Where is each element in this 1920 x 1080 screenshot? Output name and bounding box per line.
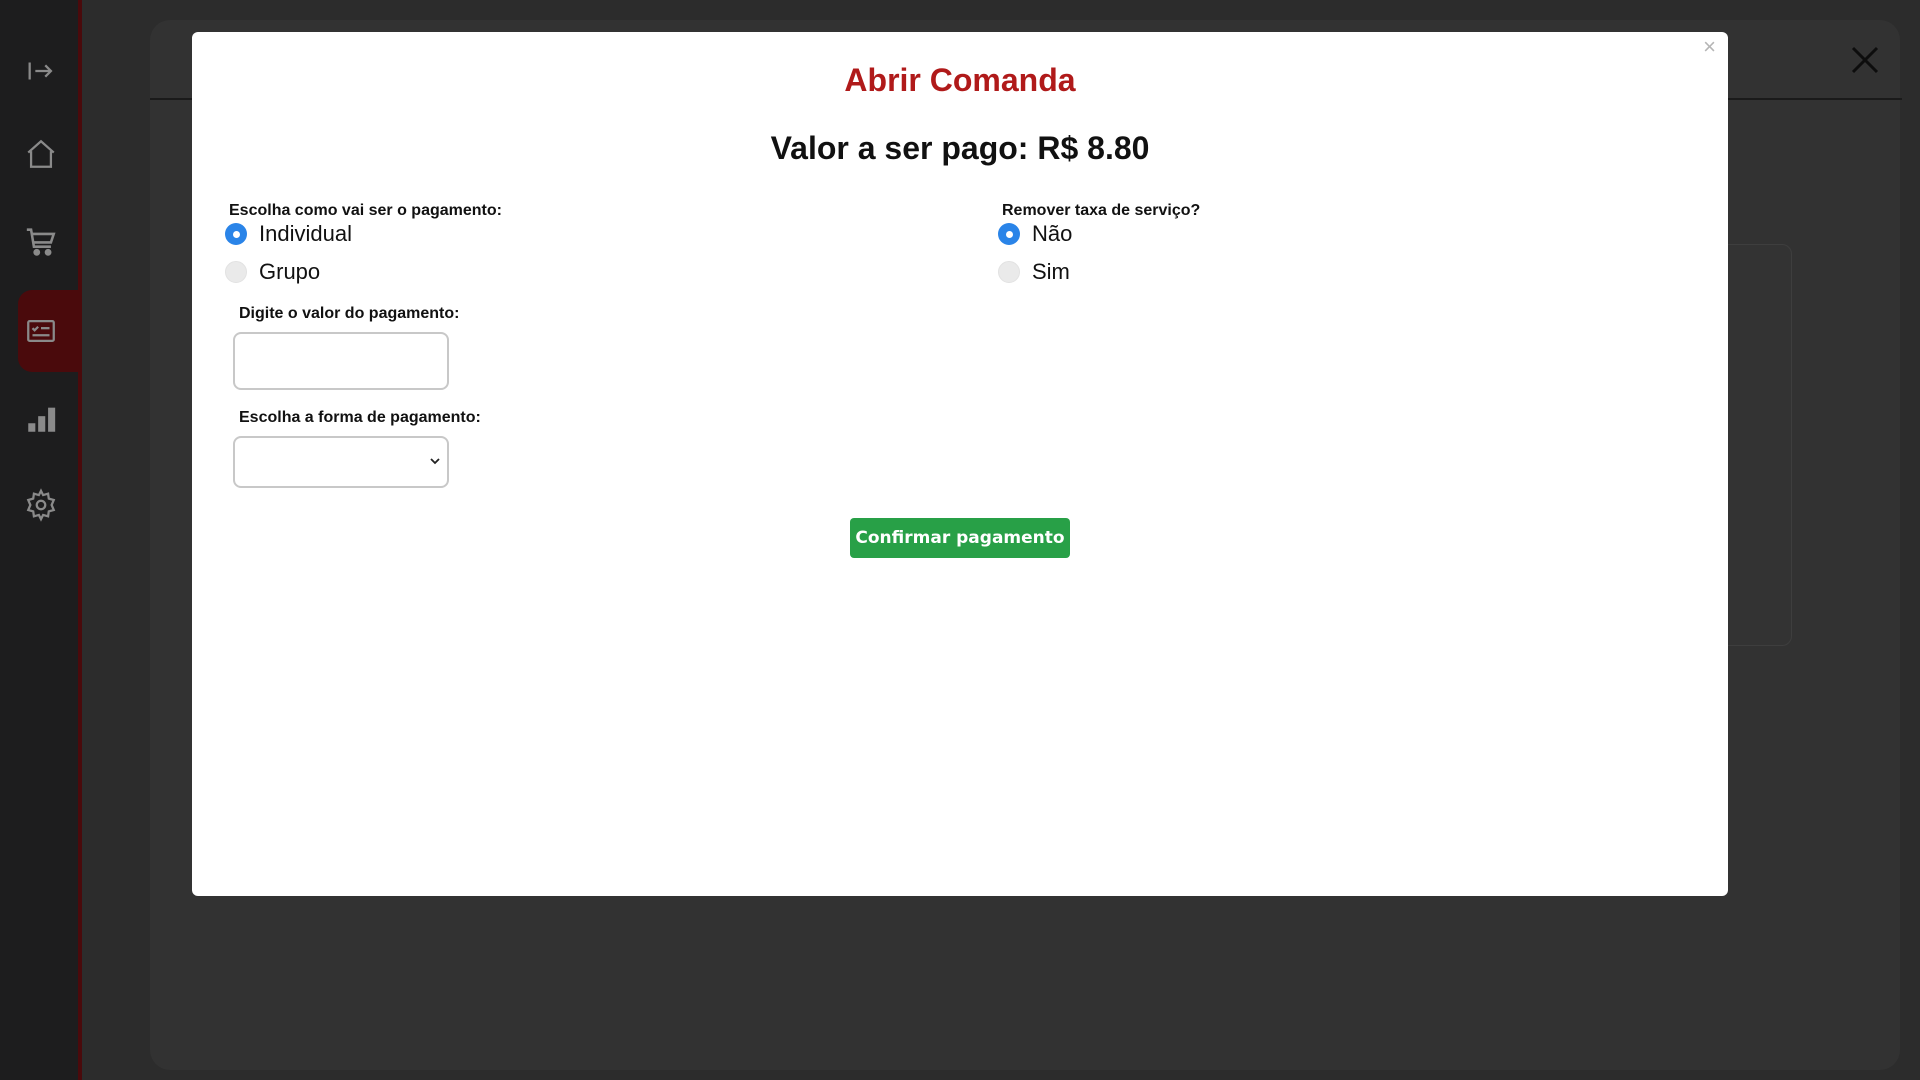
- payment-type-label: Escolha como vai ser o pagamento:: [229, 202, 502, 219]
- home-icon: [27, 139, 55, 168]
- radio-button-checked[interactable]: [225, 223, 247, 245]
- gear-icon: [26, 488, 56, 522]
- chart-icon: [28, 407, 56, 432]
- sidebar-item-cart[interactable]: [0, 200, 82, 282]
- radio-button-unchecked[interactable]: [998, 261, 1020, 283]
- payment-method-label: Escolha a forma de pagamento:: [239, 409, 481, 426]
- radio-label-group: Grupo: [259, 259, 321, 284]
- payment-method-select[interactable]: [233, 436, 449, 488]
- amount-due: Valor a ser pago: R$ 8.80: [770, 130, 1150, 166]
- modal-close-button[interactable]: ×: [1703, 36, 1716, 58]
- background-close-button[interactable]: [1845, 40, 1885, 80]
- radio-label-sim: Sim: [1032, 259, 1070, 284]
- logout-icon: [28, 62, 53, 80]
- radio-label-individual: Individual: [259, 221, 352, 246]
- sidebar-item-home[interactable]: [0, 113, 82, 195]
- payment-value-label: Digite o valor do pagamento:: [239, 305, 460, 322]
- sidebar: [0, 0, 82, 1080]
- payment-value-input[interactable]: [233, 332, 449, 390]
- cart-icon: [26, 228, 56, 256]
- sidebar-item-reports[interactable]: [0, 378, 82, 460]
- radio-button-checked[interactable]: [998, 223, 1020, 245]
- confirm-payment-button[interactable]: Confirmar pagamento: [850, 518, 1070, 558]
- sidebar-item-orders[interactable]: [18, 290, 82, 372]
- radio-nao[interactable]: Não: [998, 221, 1072, 247]
- sidebar-item-logout[interactable]: [0, 30, 82, 112]
- radio-individual[interactable]: Individual: [225, 221, 352, 247]
- radio-group[interactable]: Grupo: [225, 259, 320, 285]
- payment-modal: × Abrir Comanda Valor a ser pago: R$ 8.8…: [192, 32, 1728, 896]
- chevron-down-icon: [430, 458, 440, 465]
- service-fee-label: Remover taxa de serviço?: [1002, 202, 1201, 219]
- radio-sim[interactable]: Sim: [998, 259, 1070, 285]
- modal-title: Abrir Comanda: [844, 62, 1076, 98]
- radio-button-unchecked[interactable]: [225, 261, 247, 283]
- radio-label-nao: Não: [1032, 221, 1073, 246]
- close-icon: [1851, 46, 1879, 74]
- orders-icon: [27, 319, 55, 343]
- sidebar-item-settings[interactable]: [0, 464, 82, 546]
